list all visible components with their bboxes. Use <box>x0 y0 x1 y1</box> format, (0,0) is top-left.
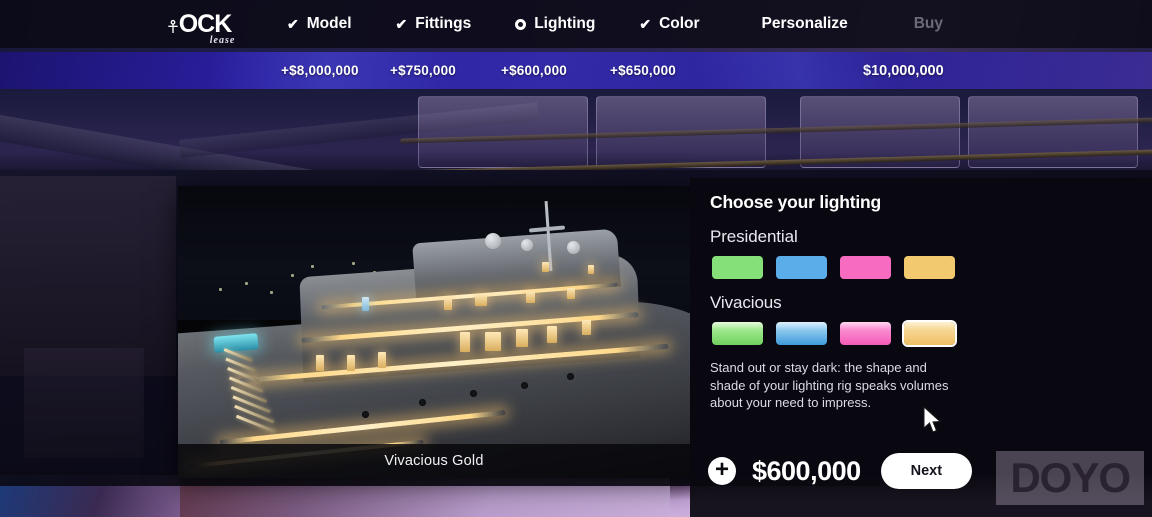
lighting-description: Stand out or stay dark: the shape and sh… <box>710 360 949 410</box>
next-button[interactable]: Next <box>880 453 973 489</box>
yacht-preview-image <box>178 186 690 478</box>
panel-title: Choose your lighting <box>710 192 881 212</box>
stair-step <box>235 414 277 433</box>
swatch-presidential-gold[interactable] <box>902 254 957 281</box>
swatch-fill <box>712 256 763 279</box>
brand-name: OCK <box>178 9 233 38</box>
nav-item-list: ✔ Model ✔ Fittings Lighting ✔ Color Pers… <box>265 0 965 48</box>
price-total: $10,000,000 <box>863 62 944 79</box>
yacht-window <box>474 294 487 307</box>
price-step-model: +$8,000,000 <box>281 63 359 78</box>
swatch-fill <box>712 322 763 345</box>
nav-item-label: Color <box>659 15 700 32</box>
group-label-vivacious: Vivacious <box>710 293 782 312</box>
yacht-window <box>515 329 528 348</box>
nav-item-lighting[interactable]: Lighting <box>493 0 617 48</box>
price-step-fittings: +$750,000 <box>390 63 456 78</box>
watermark: DOYO <box>996 451 1144 505</box>
price-progress-bar: +$8,000,000 +$750,000 +$600,000 +$650,00… <box>0 52 1152 89</box>
yacht-radar-dome <box>485 232 502 249</box>
swatch-row-presidential <box>710 254 1136 281</box>
yacht-porthole <box>521 381 529 389</box>
plus-icon: + <box>708 457 736 485</box>
nav-item-model[interactable]: ✔ Model <box>265 0 374 48</box>
price-step-color: +$650,000 <box>610 63 676 78</box>
yacht-window <box>346 355 355 372</box>
nav-item-label: Buy <box>913 15 943 32</box>
yacht-window <box>587 264 594 274</box>
swatch-fill <box>776 256 827 279</box>
yacht-stairs <box>221 347 305 444</box>
city-light <box>290 273 294 277</box>
city-light <box>244 282 248 286</box>
swatch-fill <box>904 256 955 279</box>
swatch-fill <box>840 322 891 345</box>
swatch-row-vivacious <box>710 320 1136 347</box>
yacht-radar-dome <box>521 238 534 251</box>
yacht-window <box>582 320 592 336</box>
selected-option-price: $600,000 <box>752 455 861 486</box>
nav-item-label: Model <box>306 15 352 32</box>
brand-logo[interactable]: OCK lease <box>155 4 255 45</box>
yacht-porthole <box>418 399 426 407</box>
yacht-window-cool <box>362 296 370 311</box>
yacht-window <box>459 332 470 352</box>
yacht-window <box>546 326 557 344</box>
top-navigation-bar: OCK lease ✔ Model ✔ Fittings Lighting ✔ … <box>0 0 1152 48</box>
city-light <box>218 288 222 292</box>
price-step-lighting: +$600,000 <box>501 63 567 78</box>
city-light <box>352 261 356 265</box>
nav-item-color[interactable]: ✔ Color <box>617 0 721 48</box>
nav-item-label: Fittings <box>415 15 472 32</box>
check-icon: ✔ <box>395 16 408 32</box>
anchor-icon <box>168 19 178 33</box>
swatch-vivacious-blue[interactable] <box>774 320 829 347</box>
yacht-window <box>485 332 502 351</box>
swatch-fill <box>776 322 827 345</box>
yacht-window <box>541 261 549 272</box>
nav-item-buy[interactable]: Buy <box>870 0 965 48</box>
swatch-vivacious-green[interactable] <box>710 320 765 347</box>
yacht-window <box>526 291 536 304</box>
rail-glass-1 <box>418 96 588 168</box>
yacht-window <box>567 288 576 300</box>
swatch-presidential-green[interactable] <box>710 254 765 281</box>
nav-item-label: Personalize <box>761 15 848 32</box>
nav-item-label: Lighting <box>534 15 596 32</box>
yacht-preview-card[interactable]: Vivacious Gold <box>178 186 690 478</box>
nav-item-personalize[interactable]: Personalize <box>722 0 870 48</box>
swatch-vivacious-gold[interactable] <box>902 320 957 347</box>
brand-tagline: lease <box>209 34 236 46</box>
swatch-vivacious-pink[interactable] <box>838 320 893 347</box>
brand-wordmark: OCK lease <box>168 9 234 45</box>
check-icon: ✔ <box>639 16 652 32</box>
app-root: OCK lease ✔ Model ✔ Fittings Lighting ✔ … <box>0 0 1152 517</box>
scene-wall-left <box>0 176 176 376</box>
swatch-fill <box>904 322 955 345</box>
group-label-presidential: Presidential <box>710 227 798 246</box>
yacht-porthole <box>567 372 575 380</box>
swatch-presidential-pink[interactable] <box>838 254 893 281</box>
nav-item-fittings[interactable]: ✔ Fittings <box>374 0 494 48</box>
yacht-window <box>444 296 453 310</box>
scene-wall-left-lower <box>24 348 144 458</box>
preview-caption: Vivacious Gold <box>178 444 690 478</box>
radio-icon <box>515 18 527 30</box>
yacht-window <box>316 355 325 372</box>
check-icon: ✔ <box>287 16 299 32</box>
action-row: + $600,000 Next <box>708 453 973 489</box>
city-light <box>311 264 315 268</box>
city-light <box>270 291 274 295</box>
yacht-window <box>377 352 386 369</box>
swatch-fill <box>840 256 891 279</box>
swatch-presidential-blue[interactable] <box>774 254 829 281</box>
